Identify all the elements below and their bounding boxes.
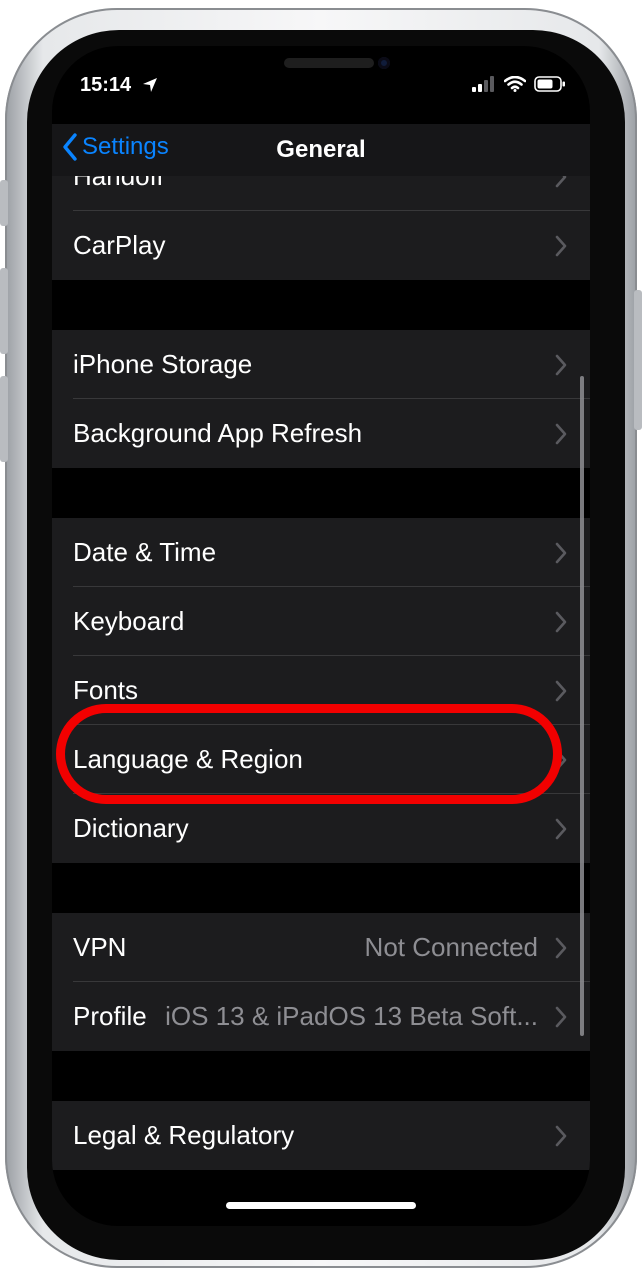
volume-down-button xyxy=(0,376,8,462)
chevron-right-icon xyxy=(555,542,567,564)
keyboard-highlight-annotation xyxy=(56,704,562,804)
status-icons xyxy=(472,76,566,92)
speaker-grille xyxy=(284,58,374,68)
settings-row-legal-regulatory[interactable]: Legal & Regulatory xyxy=(52,1101,590,1170)
volume-up-button xyxy=(0,268,8,354)
chevron-right-icon xyxy=(555,818,567,840)
chevron-right-icon xyxy=(555,611,567,633)
page-title: General xyxy=(276,136,366,163)
chevron-right-icon xyxy=(555,354,567,376)
row-label: Keyboard xyxy=(73,606,185,636)
row-label: Handoff xyxy=(73,176,164,191)
row-label: Background App Refresh xyxy=(73,418,363,448)
settings-row-keyboard[interactable]: Keyboard xyxy=(52,587,590,656)
chevron-right-icon xyxy=(555,1125,567,1147)
row-label: Profile xyxy=(73,1001,147,1031)
location-arrow-icon xyxy=(143,78,157,92)
chevron-right-icon xyxy=(555,1006,567,1028)
notch xyxy=(182,46,472,98)
screen: 15:14 Settings General Handoff CarPlay i… xyxy=(52,46,590,1226)
chevron-right-icon xyxy=(555,423,567,445)
row-label: Fonts xyxy=(73,675,139,705)
row-label: CarPlay xyxy=(73,230,166,260)
settings-row-dictionary[interactable]: Dictionary xyxy=(52,794,590,863)
settings-row-iphone-storage[interactable]: iPhone Storage xyxy=(52,330,590,399)
row-label: VPN xyxy=(73,932,127,962)
settings-row-background-app-refresh[interactable]: Background App Refresh xyxy=(52,399,590,468)
settings-row-handoff[interactable]: Handoff xyxy=(52,176,590,211)
home-indicator[interactable] xyxy=(226,1202,416,1209)
navigation-bar: Settings General xyxy=(52,124,590,176)
row-label: iPhone Storage xyxy=(73,349,253,379)
cellular-signal-icon xyxy=(472,76,494,92)
silent-switch xyxy=(0,180,8,226)
row-label: Date & Time xyxy=(73,537,217,567)
chevron-right-icon xyxy=(555,176,567,188)
power-button xyxy=(634,290,642,430)
row-value: iOS 13 & iPadOS 13 Beta Soft... xyxy=(165,1001,538,1031)
settings-row-vpn[interactable]: VPN Not Connected xyxy=(52,913,590,982)
status-time: 15:14 xyxy=(80,74,132,96)
row-value: Not Connected xyxy=(364,932,538,962)
chevron-right-icon xyxy=(555,235,567,257)
battery-icon xyxy=(534,76,565,92)
row-label: Dictionary xyxy=(73,813,189,843)
wifi-icon xyxy=(504,76,526,92)
scrollbar[interactable] xyxy=(580,376,584,1036)
chevron-right-icon xyxy=(555,680,567,702)
settings-row-date-time[interactable]: Date & Time xyxy=(52,518,590,587)
settings-row-profile[interactable]: Profile iOS 13 & iPadOS 13 Beta Soft... xyxy=(52,982,590,1051)
settings-list[interactable]: Handoff CarPlay iPhone Storage Backgroun… xyxy=(52,176,590,1226)
row-label: Legal & Regulatory xyxy=(73,1120,295,1150)
chevron-right-icon xyxy=(555,937,567,959)
settings-row-carplay[interactable]: CarPlay xyxy=(52,211,590,280)
front-camera xyxy=(378,57,390,69)
